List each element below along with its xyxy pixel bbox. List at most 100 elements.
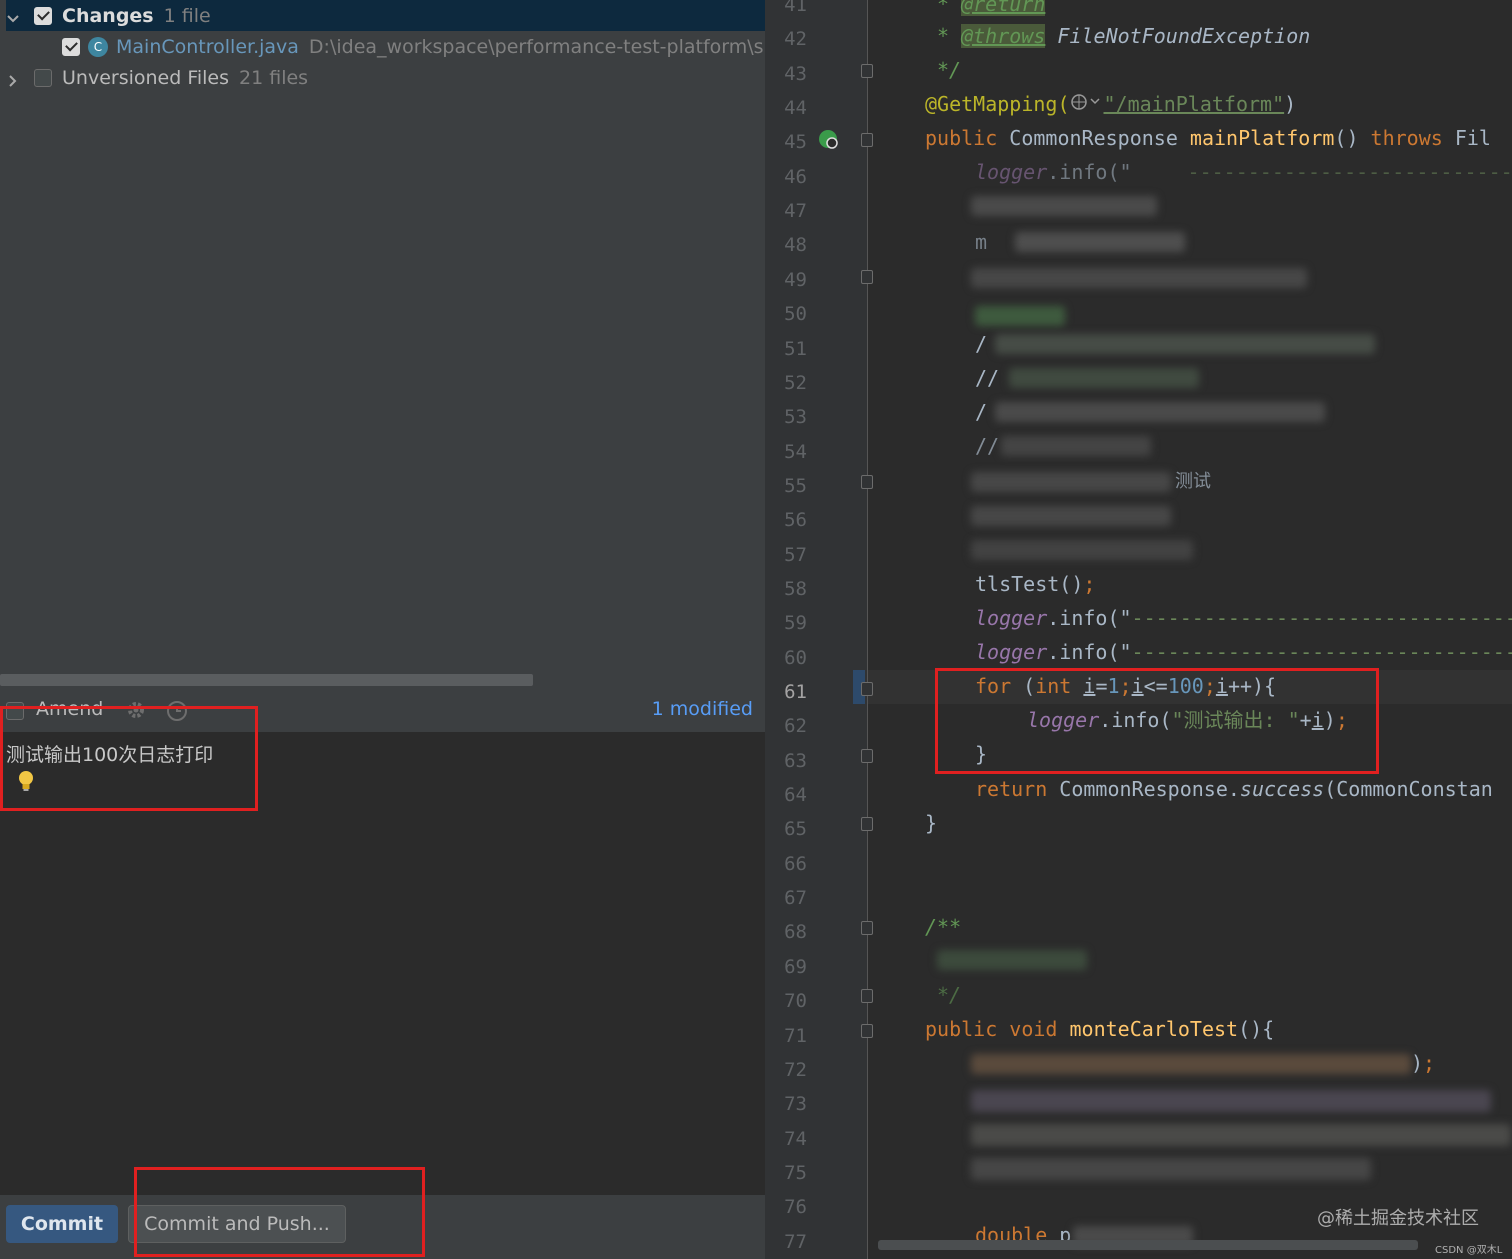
changes-group-row[interactable]: Changes 1 file <box>6 0 765 31</box>
code-line-52: // <box>975 366 1000 390</box>
line-number[interactable]: 67 <box>765 887 807 909</box>
commit-and-push-button[interactable]: Commit and Push... <box>128 1205 346 1243</box>
line-number[interactable]: 54 <box>765 441 807 463</box>
line-number[interactable]: 68 <box>765 921 807 943</box>
line-number[interactable]: 58 <box>765 578 807 600</box>
commit-message-text[interactable]: 测试输出100次日志打印 <box>6 740 213 767</box>
fold-marker[interactable] <box>861 1024 873 1038</box>
line-number[interactable]: 46 <box>765 166 807 188</box>
line-number[interactable]: 65 <box>765 818 807 840</box>
code-line-65: } <box>925 811 938 835</box>
code-line-53: / <box>975 400 988 424</box>
fold-marker[interactable] <box>861 682 873 696</box>
code-line-54: // <box>975 434 1000 458</box>
gear-icon[interactable] <box>126 700 146 724</box>
file-name: MainController.java <box>116 35 299 58</box>
line-number[interactable]: 56 <box>765 509 807 531</box>
changed-file-row[interactable]: C MainController.java D:\idea_workspace\… <box>62 31 806 62</box>
code-line-60: logger.info("---------------------------… <box>975 640 1512 664</box>
globe-icon[interactable] <box>1070 92 1104 116</box>
fold-marker[interactable] <box>861 749 873 763</box>
changes-group-label: Changes <box>62 4 154 27</box>
fold-marker[interactable] <box>861 817 873 831</box>
file-checkbox[interactable] <box>62 37 80 56</box>
line-number[interactable]: 48 <box>765 234 807 256</box>
commit-tool-window: Changes 1 file C MainController.java D:\… <box>0 0 806 1259</box>
code-line-72: ); <box>1411 1051 1436 1075</box>
chevron-down-icon[interactable] <box>6 9 20 23</box>
amend-checkbox[interactable] <box>6 702 24 720</box>
line-number[interactable]: 53 <box>765 406 807 428</box>
line-number[interactable]: 69 <box>765 956 807 978</box>
unversioned-count: 21 files <box>239 66 309 89</box>
fold-marker[interactable] <box>861 475 873 489</box>
code-line-59: logger.info("---------------------------… <box>975 606 1512 630</box>
code-line-58: tlsTest(); <box>975 572 1096 596</box>
fold-marker[interactable] <box>861 133 873 147</box>
spring-endpoint-icon[interactable] <box>817 128 841 156</box>
modified-link[interactable]: 1 modified <box>652 698 753 720</box>
line-number[interactable]: 42 <box>765 28 807 50</box>
line-number[interactable]: 45 <box>765 131 807 153</box>
line-number[interactable]: 66 <box>765 853 807 875</box>
changes-group-checkbox[interactable] <box>34 6 52 25</box>
unversioned-group-row[interactable]: Unversioned Files 21 files <box>6 62 308 93</box>
commit-options-bar: Amend 1 modified <box>0 692 765 730</box>
line-number[interactable]: 55 <box>765 475 807 497</box>
line-number[interactable]: 41 <box>765 0 807 16</box>
commit-message-area[interactable]: 测试输出100次日志打印 <box>0 732 765 1202</box>
line-number[interactable]: 62 <box>765 715 807 737</box>
line-number[interactable]: 59 <box>765 612 807 634</box>
code-line-61: for (int i=1;i<=100;i++){ <box>975 674 1277 698</box>
fold-marker[interactable] <box>861 270 873 284</box>
line-number[interactable]: 63 <box>765 750 807 772</box>
unversioned-label: Unversioned Files <box>62 66 230 89</box>
code-line-63: } <box>975 742 988 766</box>
line-number[interactable]: 44 <box>765 97 807 119</box>
code-line-45: public CommonResponse mainPlatform() thr… <box>925 126 1491 150</box>
fold-marker[interactable] <box>861 64 873 78</box>
line-number[interactable]: 51 <box>765 338 807 360</box>
code-line-71: public void monteCarloTest(){ <box>925 1017 1275 1041</box>
line-number[interactable]: 71 <box>765 1025 807 1047</box>
code-editor[interactable]: 41 42 43 44 45 46 47 48 49 50 51 52 53 54 55 56 57 58 59 60… <box>765 0 1512 1259</box>
commit-button-bar: Commit Commit and Push... <box>0 1195 765 1259</box>
code-line-51: / <box>975 332 988 356</box>
code-line-48: m <box>975 230 988 254</box>
file-path: D:\idea_workspace\performance-test-platf… <box>308 35 807 58</box>
fold-marker[interactable] <box>861 921 873 935</box>
line-number[interactable]: 49 <box>765 269 807 291</box>
line-number[interactable]: 43 <box>765 63 807 85</box>
clock-icon[interactable] <box>166 700 188 726</box>
horizontal-scrollbar[interactable] <box>0 674 533 686</box>
line-number[interactable]: 73 <box>765 1093 807 1115</box>
line-number[interactable]: 57 <box>765 544 807 566</box>
line-number[interactable]: 77 <box>765 1231 807 1253</box>
line-number[interactable]: 61 <box>765 681 807 703</box>
changes-group-count: 1 file <box>163 4 211 27</box>
editor-horizontal-scrollbar[interactable] <box>878 1240 1418 1250</box>
commit-button[interactable]: Commit <box>6 1205 118 1243</box>
line-number[interactable]: 76 <box>765 1196 807 1218</box>
fold-marker[interactable] <box>861 989 873 1003</box>
code-line-41: * @return <box>937 0 1046 16</box>
watermark-text: @稀土掘金技术社区 <box>1317 1208 1479 1229</box>
line-number[interactable]: 50 <box>765 303 807 325</box>
chevron-right-icon[interactable] <box>6 71 20 87</box>
line-number[interactable]: 74 <box>765 1128 807 1150</box>
line-number[interactable]: 52 <box>765 372 807 394</box>
line-number[interactable]: 70 <box>765 990 807 1012</box>
line-number[interactable]: 75 <box>765 1162 807 1184</box>
line-number[interactable]: 64 <box>765 784 807 806</box>
lightbulb-icon[interactable] <box>16 768 36 798</box>
amend-label[interactable]: Amend <box>36 698 103 720</box>
line-number[interactable]: 72 <box>765 1059 807 1081</box>
class-c-icon: C <box>88 36 108 57</box>
code-line-44: @GetMapping("/mainPlatform") <box>925 92 1297 116</box>
code-line-70: */ <box>937 983 962 1007</box>
unversioned-checkbox[interactable] <box>34 68 52 87</box>
code-line-64: return CommonResponse.success(CommonCons… <box>975 777 1493 801</box>
line-number[interactable]: 47 <box>765 200 807 222</box>
line-number[interactable]: 60 <box>765 647 807 669</box>
code-line-68: /** <box>925 915 962 939</box>
